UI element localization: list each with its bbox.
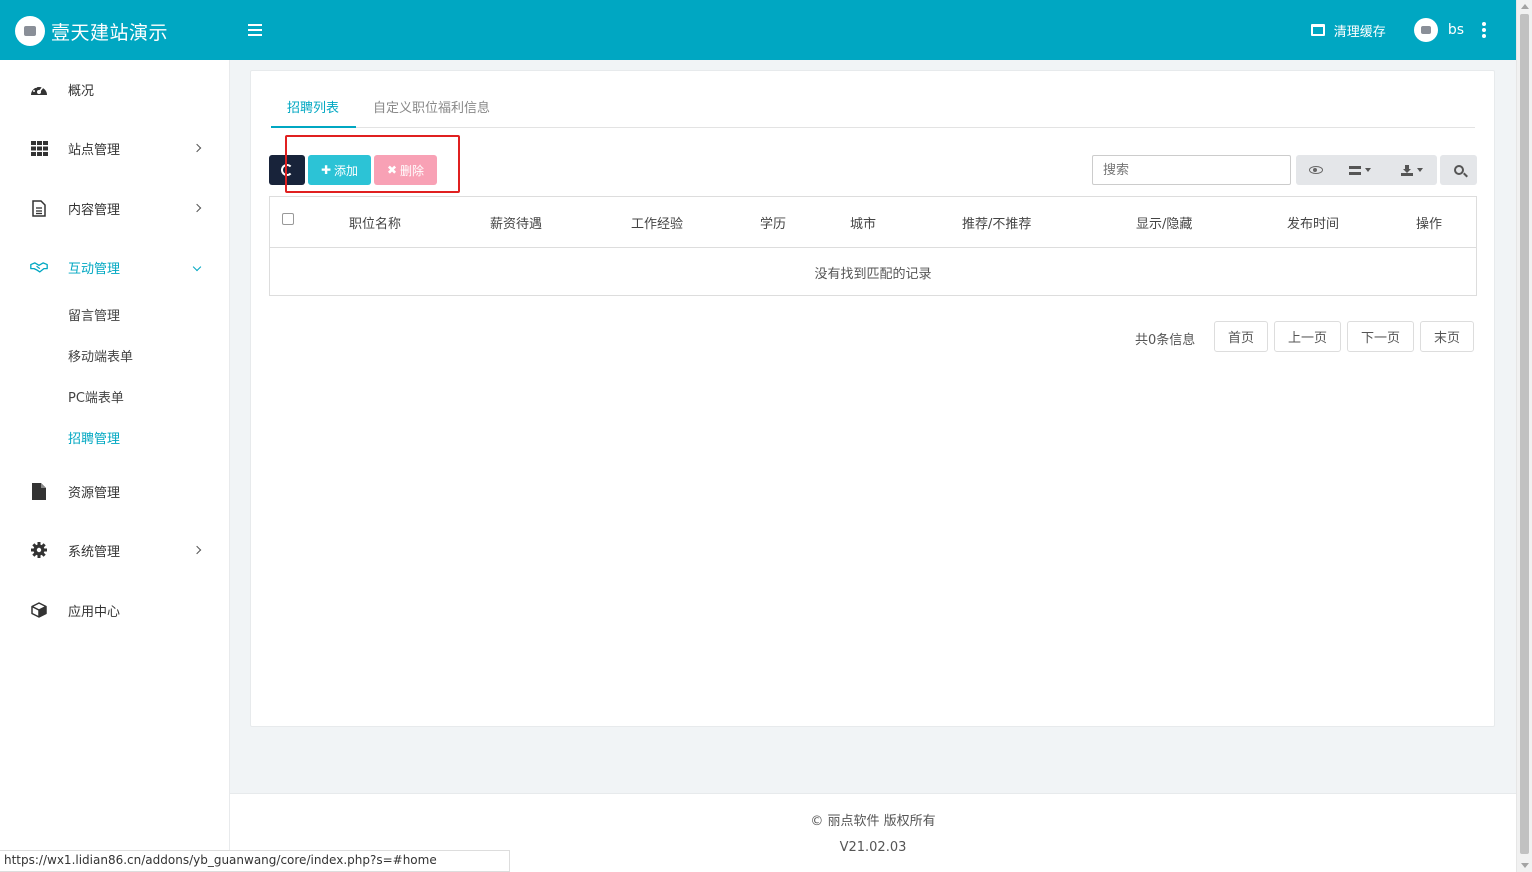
first-page-button[interactable]: 首页 <box>1214 321 1268 352</box>
sidebar-item-label: 资源管理 <box>68 485 121 501</box>
sidebar-item-system[interactable]: 系统管理 <box>0 530 230 570</box>
gear-icon <box>30 541 48 559</box>
close-icon: ✖ <box>386 163 398 177</box>
list-icon <box>1349 165 1361 175</box>
file-icon <box>30 482 48 500</box>
recruitment-table: 职位名称 薪资待遇 工作经验 学历 城市 推荐/不推荐 显示/隐藏 发布时间 操… <box>269 196 1477 296</box>
search-icon <box>1453 165 1464 175</box>
select-all-checkbox[interactable] <box>282 213 294 225</box>
table-header: 职位名称 薪资待遇 工作经验 学历 城市 推荐/不推荐 显示/隐藏 发布时间 操… <box>270 197 1476 248</box>
caret-down-icon <box>1365 168 1371 172</box>
export-button[interactable] <box>1390 155 1434 185</box>
sidebar: 概况 站点管理 内容管理 互动管理 留言管理 移动端表单 PC端表单 招聘管理 … <box>0 60 230 872</box>
prev-page-button[interactable]: 上一页 <box>1274 321 1341 352</box>
total-count: 共0条信息 <box>1135 333 1196 348</box>
app-logo[interactable]: 壹天建站演示 <box>15 15 168 47</box>
add-button-label: 添加 <box>334 163 359 178</box>
table-tools <box>1296 155 1437 185</box>
next-page-button[interactable]: 下一页 <box>1347 321 1414 352</box>
download-icon <box>1401 164 1413 176</box>
tab-recruitment-list[interactable]: 招聘列表 <box>287 97 339 116</box>
last-page-button[interactable]: 末页 <box>1420 321 1474 352</box>
document-icon <box>30 199 48 217</box>
chevron-right-icon <box>192 143 202 153</box>
handshake-icon <box>30 258 48 276</box>
empty-row: 没有找到匹配的记录 <box>814 267 932 282</box>
caret-down-icon <box>1417 168 1423 172</box>
chevron-down-icon <box>192 262 202 272</box>
scroll-down-arrow-icon[interactable] <box>1521 863 1529 868</box>
col-actions[interactable]: 操作 <box>1416 213 1442 232</box>
search-button[interactable] <box>1440 155 1477 185</box>
sidebar-item-label: 概况 <box>68 83 95 99</box>
cube-icon <box>30 601 48 619</box>
clear-cache-button[interactable]: 清理缓存 <box>1310 21 1386 40</box>
tab-custom-benefits[interactable]: 自定义职位福利信息 <box>373 97 490 116</box>
sidebar-item-apps[interactable]: 应用中心 <box>0 590 230 630</box>
sidebar-item-interaction[interactable]: 互动管理 <box>0 247 230 287</box>
active-tab-indicator <box>271 126 356 128</box>
logo-icon <box>15 16 45 46</box>
top-header: 壹天建站演示 清理缓存 bs <box>0 0 1516 60</box>
chevron-right-icon <box>192 203 202 213</box>
username[interactable]: bs <box>1448 22 1464 38</box>
eye-icon <box>1309 166 1323 174</box>
dashboard-icon <box>30 80 48 98</box>
scroll-up-arrow-icon[interactable] <box>1521 4 1529 9</box>
col-experience[interactable]: 工作经验 <box>631 213 683 232</box>
sidebar-subitem-messages[interactable]: 留言管理 <box>68 305 120 324</box>
col-position-name[interactable]: 职位名称 <box>349 213 401 232</box>
sidebar-item-label: 互动管理 <box>68 261 121 277</box>
sidebar-item-label: 站点管理 <box>68 142 121 158</box>
sidebar-subitem-recruitment[interactable]: 招聘管理 <box>68 428 120 447</box>
chevron-right-icon <box>192 545 202 555</box>
sidebar-item-overview[interactable]: 概况 <box>0 69 230 109</box>
app-title: 壹天建站演示 <box>51 21 169 44</box>
sidebar-item-content[interactable]: 内容管理 <box>0 188 230 228</box>
page-scrollbar[interactable] <box>1516 0 1532 872</box>
sidebar-item-label: 应用中心 <box>68 604 121 620</box>
copyright: © 丽点软件 版权所有 <box>810 814 936 829</box>
col-salary[interactable]: 薪资待遇 <box>490 213 542 232</box>
delete-button[interactable]: ✖ 删除 <box>374 155 437 185</box>
sidebar-item-resources[interactable]: 资源管理 <box>0 471 230 511</box>
delete-button-label: 删除 <box>400 163 425 178</box>
plus-icon: ✚ <box>320 163 332 177</box>
avatar[interactable] <box>1413 18 1438 42</box>
main-panel: 招聘列表 自定义职位福利信息 ✚ 添加 ✖ 删除 职位名称 薪 <box>250 70 1495 727</box>
menu-toggle-icon[interactable] <box>248 22 262 38</box>
sidebar-item-label: 系统管理 <box>68 544 121 560</box>
grid-icon <box>30 139 48 157</box>
columns-button[interactable] <box>1338 155 1382 185</box>
more-options-icon[interactable] <box>1482 22 1486 38</box>
basket-icon <box>1310 24 1325 36</box>
clear-cache-label: 清理缓存 <box>1333 24 1386 40</box>
add-button[interactable]: ✚ 添加 <box>308 155 371 185</box>
tab-bar: 招聘列表 自定义职位福利信息 <box>271 91 1475 128</box>
sidebar-subitem-mobile-forms[interactable]: 移动端表单 <box>68 346 133 365</box>
search-input[interactable] <box>1092 155 1291 185</box>
sidebar-subitem-pc-forms[interactable]: PC端表单 <box>68 387 124 406</box>
browser-status-url: https://wx1.lidian86.cn/addons/yb_guanwa… <box>0 850 510 872</box>
col-recommend[interactable]: 推荐/不推荐 <box>962 213 1031 232</box>
col-education[interactable]: 学历 <box>760 213 786 232</box>
sidebar-item-label: 内容管理 <box>68 202 121 218</box>
refresh-button[interactable] <box>269 155 305 185</box>
col-city[interactable]: 城市 <box>850 213 876 232</box>
col-visibility[interactable]: 显示/隐藏 <box>1136 213 1192 232</box>
refresh-icon <box>281 164 293 176</box>
col-publish-time[interactable]: 发布时间 <box>1287 213 1339 232</box>
scroll-thumb[interactable] <box>1520 14 1529 854</box>
sidebar-item-site[interactable]: 站点管理 <box>0 128 230 168</box>
toggle-view-button[interactable] <box>1300 155 1332 185</box>
header-right: 清理缓存 bs <box>1310 0 1516 60</box>
